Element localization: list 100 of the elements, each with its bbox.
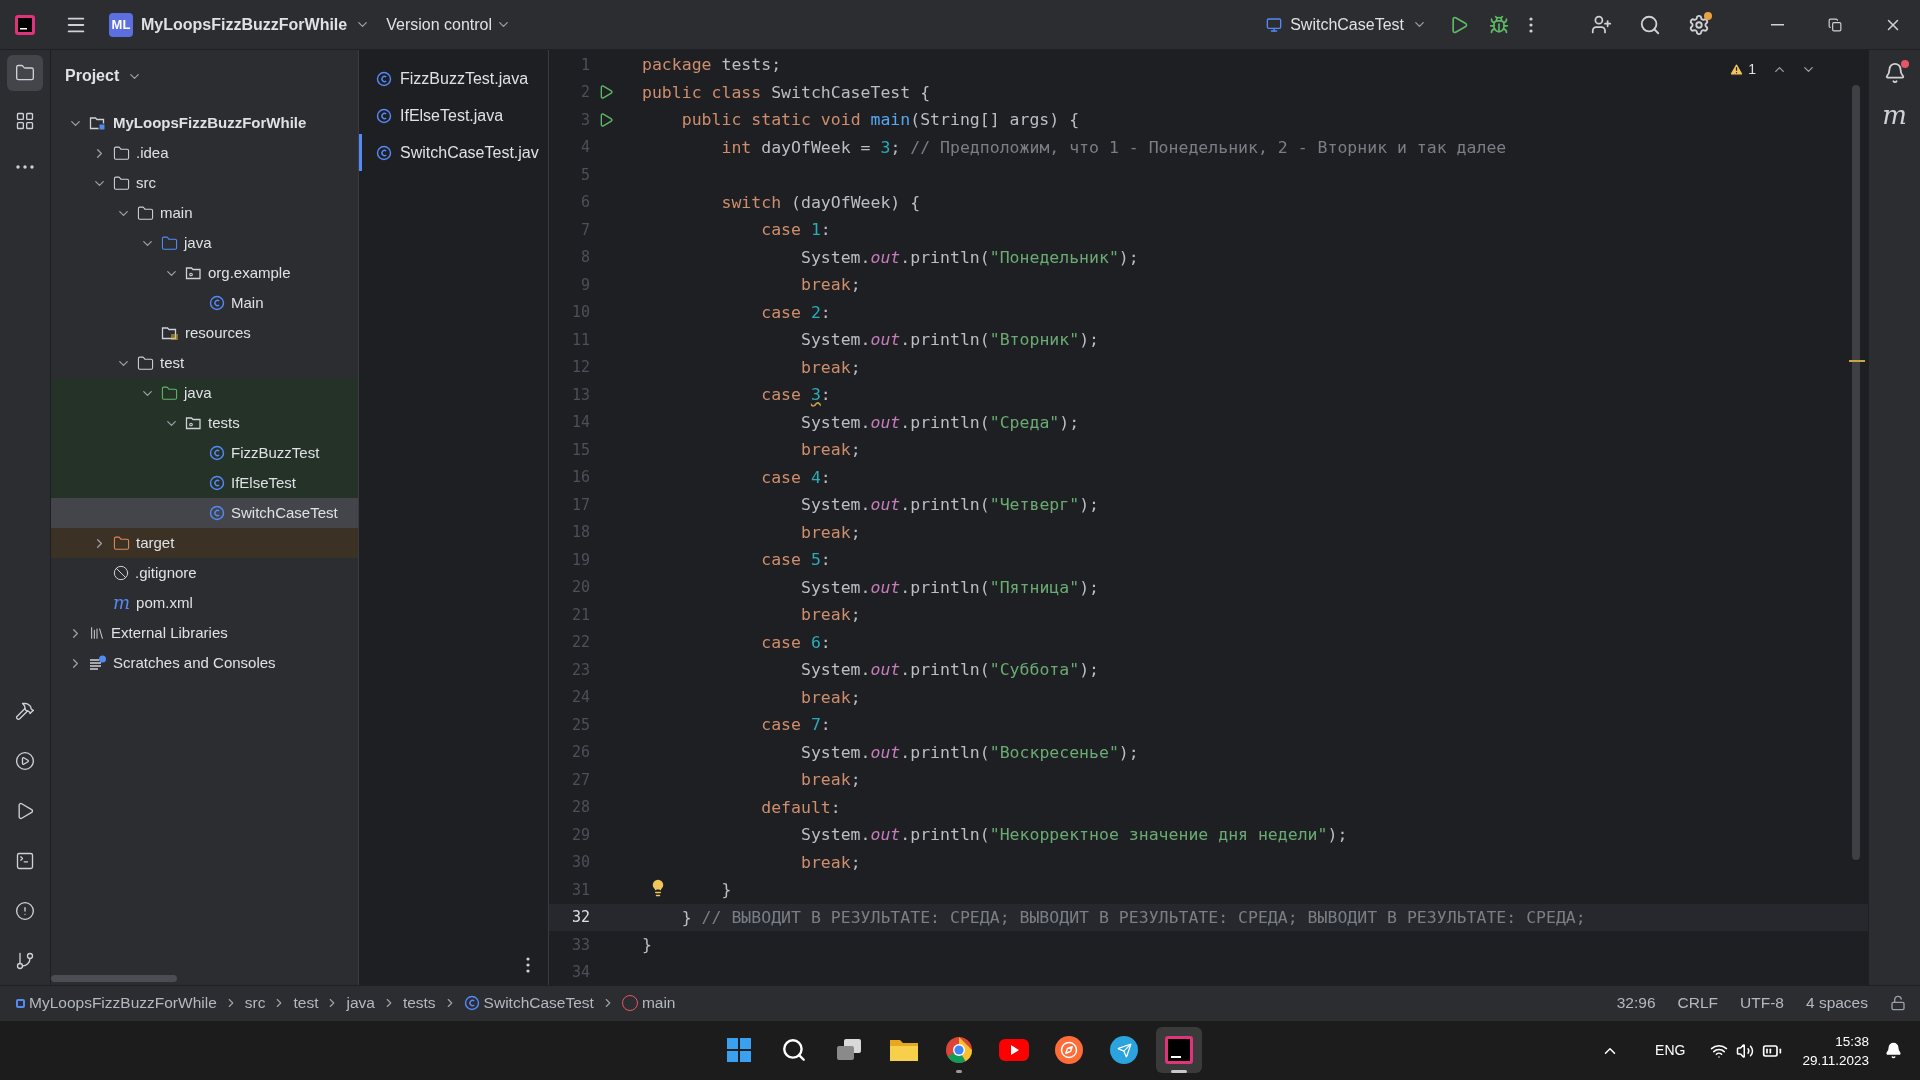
project-view-selector[interactable]: Project bbox=[65, 50, 358, 102]
services-icon bbox=[15, 751, 35, 771]
warning-count[interactable]: 1 bbox=[1729, 59, 1756, 80]
tree-item-label: .gitignore bbox=[135, 562, 197, 583]
code-line: case 2: bbox=[761, 301, 831, 324]
line-separator[interactable]: CRLF bbox=[1677, 991, 1719, 1015]
class-icon bbox=[376, 107, 392, 124]
file-encoding[interactable]: UTF-8 bbox=[1740, 991, 1784, 1015]
app-logo-icon bbox=[15, 14, 35, 35]
breadcrumb[interactable]: MyLoopsFizzBuzzForWhile bbox=[16, 991, 217, 1015]
ide-button[interactable] bbox=[1156, 1027, 1202, 1073]
class-icon bbox=[209, 445, 225, 461]
caret-position[interactable]: 32:96 bbox=[1616, 991, 1656, 1015]
tree-item-label: tests bbox=[208, 412, 240, 433]
resources-folder-icon bbox=[161, 325, 179, 341]
ignore-icon bbox=[113, 565, 129, 581]
folder-icon bbox=[113, 534, 130, 552]
breadcrumb[interactable]: src bbox=[244, 991, 266, 1015]
tree-row[interactable]: src bbox=[51, 168, 358, 198]
breadcrumb[interactable]: test bbox=[293, 991, 319, 1015]
package-icon bbox=[185, 265, 202, 281]
tree-item-label: FizzBuzzTest bbox=[231, 442, 320, 463]
version-control-menu[interactable]: Version control bbox=[386, 12, 512, 37]
code-line: break; bbox=[800, 686, 861, 709]
problems-icon bbox=[15, 901, 35, 921]
indent-setting[interactable]: 4 spaces bbox=[1805, 991, 1868, 1015]
play-icon bbox=[999, 1039, 1029, 1061]
debug-button[interactable] bbox=[1489, 14, 1509, 35]
tree-row[interactable]: m pom.xml bbox=[51, 588, 358, 618]
class-icon bbox=[209, 295, 225, 311]
line-number: 32 bbox=[570, 907, 590, 928]
warning-marker bbox=[1849, 360, 1865, 362]
tree-row[interactable]: java bbox=[51, 378, 358, 408]
tree-row[interactable]: SwitchCaseTest bbox=[51, 498, 358, 528]
tree-row[interactable]: resources bbox=[51, 318, 358, 348]
warning-icon bbox=[1729, 62, 1745, 77]
monitor-icon bbox=[1266, 16, 1283, 33]
search-button[interactable] bbox=[1639, 13, 1661, 36]
class-icon bbox=[209, 475, 225, 491]
hammer-icon bbox=[15, 701, 35, 721]
horizontal-scrollbar[interactable] bbox=[51, 975, 177, 982]
code-line: System.out.println("Суббота"); bbox=[800, 659, 1099, 681]
open-file-item[interactable]: IfElseTest.java bbox=[359, 97, 548, 134]
breadcrumb[interactable]: tests bbox=[402, 991, 436, 1015]
project-switcher[interactable]: ML MyLoopsFizzBuzzForWhile bbox=[105, 7, 375, 42]
more-actions-button[interactable] bbox=[1529, 16, 1533, 33]
tree-item-label: .idea bbox=[136, 142, 169, 163]
add-user-button[interactable] bbox=[1591, 14, 1612, 35]
input-language[interactable]: ENG bbox=[1655, 1040, 1686, 1061]
folder-icon bbox=[161, 384, 178, 402]
tree-row[interactable]: org.example bbox=[51, 258, 358, 288]
run-button[interactable] bbox=[1449, 14, 1469, 35]
code-line: System.out.println("Вторник"); bbox=[800, 329, 1099, 351]
class-icon bbox=[209, 505, 225, 521]
code-line: System.out.println("Понедельник"); bbox=[800, 246, 1139, 269]
notification-icon[interactable] bbox=[1885, 1042, 1902, 1059]
tree-row[interactable]: test bbox=[51, 348, 358, 378]
folder-tool-button[interactable] bbox=[7, 55, 43, 91]
bug-icon bbox=[1489, 14, 1509, 35]
tree-item-label: resources bbox=[185, 322, 251, 343]
breadcrumb[interactable]: java bbox=[346, 991, 375, 1015]
restore-icon bbox=[1828, 17, 1842, 32]
code-line: case 6: bbox=[761, 631, 831, 654]
breadcrumb[interactable]: main bbox=[621, 991, 676, 1015]
breadcrumb[interactable]: SwitchCaseTest bbox=[463, 991, 594, 1015]
run-gutter-icon[interactable] bbox=[598, 111, 614, 128]
tree-row[interactable]: Main bbox=[51, 288, 358, 318]
notifications-button[interactable] bbox=[1883, 62, 1906, 84]
clock[interactable]: 15:38 29.11.2023 bbox=[1802, 1031, 1869, 1070]
code-line: case 4: bbox=[761, 466, 831, 489]
vertical-scrollbar[interactable] bbox=[1852, 85, 1860, 860]
maven-tool-button[interactable]: m bbox=[1882, 102, 1907, 128]
run-gutter-icon[interactable] bbox=[598, 84, 614, 101]
tree-row[interactable]: MyLoopsFizzBuzzForWhile bbox=[51, 108, 358, 138]
volume-icon[interactable] bbox=[1736, 1041, 1755, 1060]
tree-row[interactable]: External Libraries bbox=[51, 618, 358, 648]
code-line: } bbox=[642, 934, 652, 956]
tree-row[interactable]: java bbox=[51, 228, 358, 258]
tree-row[interactable]: IfElseTest bbox=[51, 468, 358, 498]
class-icon bbox=[376, 70, 392, 87]
code-line: System.out.println("Воскресенье"); bbox=[800, 741, 1139, 764]
tree-item-label: SwitchCaseTest bbox=[231, 502, 338, 523]
run-configuration-selector[interactable]: SwitchCaseTest bbox=[1266, 12, 1427, 37]
tree-item-label: target bbox=[136, 532, 175, 553]
tree-item-label: pom.xml bbox=[136, 592, 193, 613]
tree-row[interactable]: tests bbox=[51, 408, 358, 438]
settings-button[interactable] bbox=[1688, 13, 1710, 36]
compass-icon bbox=[1055, 1036, 1083, 1064]
tree-row[interactable]: FizzBuzzTest bbox=[51, 438, 358, 468]
lock-icon[interactable] bbox=[1890, 995, 1906, 1011]
tree-row[interactable]: .gitignore bbox=[51, 558, 358, 588]
tree-row[interactable]: main bbox=[51, 198, 358, 228]
tree-row[interactable]: target bbox=[51, 528, 358, 558]
code-line: break; bbox=[800, 604, 861, 626]
class-icon bbox=[463, 995, 480, 1011]
more-icon[interactable] bbox=[526, 957, 530, 973]
tree-row[interactable]: .idea bbox=[51, 138, 358, 168]
tree-row[interactable]: Scratches and Consoles bbox=[51, 648, 358, 678]
open-file-item[interactable]: FizzBuzzTest.java bbox=[359, 60, 548, 97]
folder-icon bbox=[137, 204, 154, 222]
